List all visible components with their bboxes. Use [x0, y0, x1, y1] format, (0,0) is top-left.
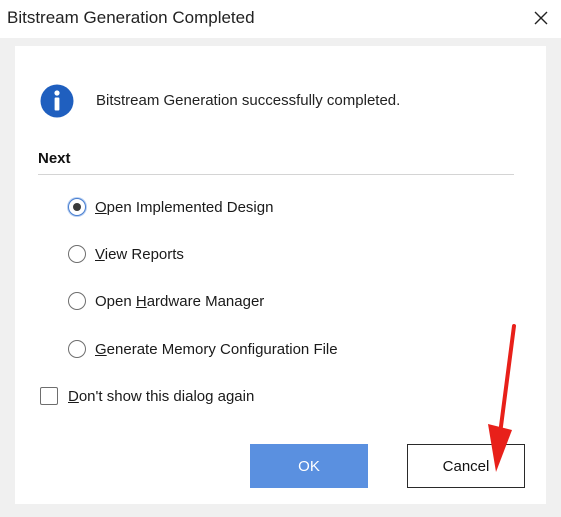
radio-label: View Reports — [95, 245, 184, 263]
radio-open-implemented-design[interactable]: Open Implemented Design — [68, 195, 273, 219]
dont-show-again-checkbox[interactable]: Don't show this dialog again — [40, 385, 254, 407]
info-icon — [40, 84, 74, 118]
radio-button-selected[interactable] — [68, 198, 86, 216]
content-panel — [15, 46, 546, 504]
title-bar: Bitstream Generation Completed — [0, 0, 561, 38]
divider — [38, 174, 514, 175]
radio-generate-memory-configuration-file[interactable]: Generate Memory Configuration File — [68, 337, 338, 361]
close-icon — [534, 11, 548, 25]
radio-label: Open Implemented Design — [95, 198, 274, 216]
radio-view-reports[interactable]: View Reports — [68, 242, 184, 266]
checkbox-label: Don't show this dialog again — [68, 387, 255, 405]
radio-button[interactable] — [68, 340, 86, 358]
radio-open-hardware-manager[interactable]: Open Hardware Manager — [68, 289, 264, 313]
radio-button[interactable] — [68, 245, 86, 263]
info-message: Bitstream Generation successfully comple… — [96, 92, 401, 109]
checkbox-box[interactable] — [40, 387, 58, 405]
cancel-button[interactable]: Cancel — [407, 444, 525, 488]
radio-label: Open Hardware Manager — [95, 292, 265, 310]
dialog-title: Bitstream Generation Completed — [7, 8, 255, 27]
next-heading: Next — [38, 150, 71, 167]
close-button[interactable] — [526, 2, 556, 34]
ok-button[interactable]: OK — [250, 444, 368, 488]
radio-button[interactable] — [68, 292, 86, 310]
radio-label: Generate Memory Configuration File — [95, 340, 338, 358]
